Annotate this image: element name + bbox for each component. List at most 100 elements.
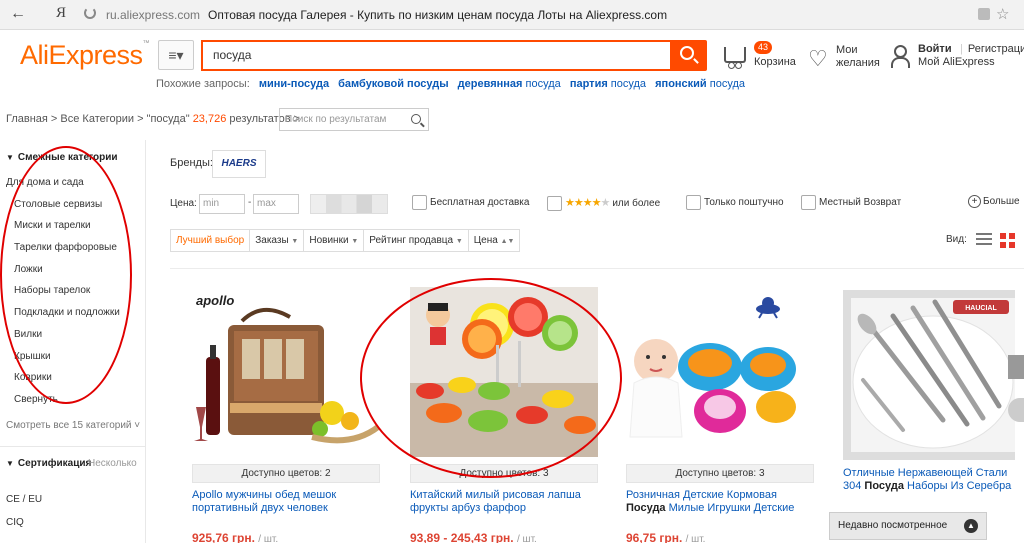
search-icon[interactable] xyxy=(411,114,421,124)
product-title[interactable]: Отличные Нержавеющей Стали 304 Посуда На… xyxy=(843,467,1015,493)
star-rating-icon: ★★★★★ xyxy=(565,197,610,209)
collapse-triangle-icon: ▼ xyxy=(6,459,14,468)
categories-menu-button[interactable]: ≡▾ xyxy=(158,40,194,70)
cart-link[interactable]: 43 Корзина xyxy=(722,41,802,73)
price-min-input[interactable]: min xyxy=(199,194,245,214)
recently-viewed-label: Недавно посмотренное xyxy=(838,520,948,531)
piece-only-checkbox[interactable]: Только поштучно xyxy=(686,194,784,212)
browser-toolbar: ← Я ru.aliexpress.com Оптовая посуда Гале… xyxy=(0,0,1024,30)
reload-icon[interactable] xyxy=(84,7,96,19)
collapse-categories-link[interactable]: Свернуть xyxy=(6,393,144,415)
search-within-results-input[interactable]: Поиск по результатам xyxy=(279,108,429,131)
cart-label: Корзина xyxy=(754,56,796,68)
product-title[interactable]: Китайский милый рисовая лапша фрукты арб… xyxy=(410,489,600,515)
sort-newest[interactable]: Новинки ▼ xyxy=(304,230,365,251)
chevron-up-icon: ▲ xyxy=(964,519,978,533)
list-view-icon[interactable] xyxy=(976,233,992,247)
user-icon[interactable] xyxy=(890,45,910,69)
related-query[interactable]: бамбуковой посуды xyxy=(338,78,448,90)
product-image-cutlery[interactable]: HAUCIAL xyxy=(843,290,1015,460)
price-label: Цена: xyxy=(170,198,197,209)
sort-seller-rating[interactable]: Рейтинг продавца ▼ xyxy=(364,230,469,251)
grid-view-icon[interactable] xyxy=(1000,233,1015,248)
result-search-placeholder: Поиск по результатам xyxy=(285,114,387,125)
category-item[interactable]: Крышки xyxy=(6,350,144,372)
address-bar[interactable]: ru.aliexpress.com Оптовая посуда Галерея … xyxy=(106,8,667,22)
recently-viewed-bar[interactable]: Недавно посмотренное ▲ xyxy=(829,512,987,540)
more-filters-button[interactable]: + Больше xyxy=(968,195,1020,208)
sort-price[interactable]: Цена ▲▼ xyxy=(469,230,520,251)
certification-title[interactable]: ▼ Сертификация xyxy=(6,458,91,469)
category-item[interactable]: Коврики xyxy=(6,371,144,393)
category-item[interactable]: Столовые сервизы xyxy=(6,198,144,220)
breadcrumb[interactable]: Главная > Все Категории > "посуда" 23,72… xyxy=(6,113,300,125)
certification-multi-select[interactable]: Несколько xyxy=(88,458,137,469)
product-image-baby-bowls[interactable] xyxy=(626,287,814,457)
product-title[interactable]: Розничная Детские Кормовая Посуда Милые … xyxy=(626,489,816,515)
rating-checkbox[interactable]: ★★★★★ или более xyxy=(547,194,660,212)
checkbox-box xyxy=(801,194,816,210)
view-label: Вид: xyxy=(946,234,967,245)
category-item[interactable]: Миски и тарелки xyxy=(6,219,144,241)
related-label: Похожие запросы: xyxy=(156,78,250,90)
sort-orders[interactable]: Заказы ▼ xyxy=(250,230,305,251)
category-item[interactable]: Для дома и сада xyxy=(6,176,144,198)
feedback-side-tab[interactable] xyxy=(1008,355,1024,379)
related-categories-title[interactable]: ▼ Смежные категории xyxy=(6,152,118,163)
account-area: Войти Регистрация Мой AliExpress xyxy=(890,43,1024,73)
apollo-logo: apollo xyxy=(196,293,234,308)
checkbox-box xyxy=(547,195,562,211)
collapse-triangle-icon: ▼ xyxy=(6,153,14,162)
sort-bar: Лучший выбор Заказы ▼ Новинки ▼ Рейтинг про… xyxy=(170,229,521,252)
certification-option[interactable]: CE / EU xyxy=(6,494,42,505)
wishlist-link[interactable]: ♡ Мои желания xyxy=(806,44,886,74)
checkbox-box xyxy=(686,194,701,210)
search-icon xyxy=(680,46,694,60)
related-query[interactable]: деревянная посуда xyxy=(458,78,561,90)
address-url: ru.aliexpress.com xyxy=(106,8,201,22)
register-link[interactable]: Регистрация xyxy=(960,43,1024,55)
ufo-icon xyxy=(756,297,780,319)
category-item[interactable]: Ложки xyxy=(6,263,144,285)
view-all-categories-link[interactable]: Смотреть все 15 категорий ˅ xyxy=(6,420,140,431)
certification-option[interactable]: CIQ xyxy=(6,517,24,528)
category-item[interactable]: Наборы тарелок xyxy=(6,284,144,306)
available-colors: Доступно цветов: 3 xyxy=(410,464,598,483)
cart-icon xyxy=(724,47,746,69)
haucial-logo: HAUCIAL xyxy=(965,305,997,312)
chevron-down-icon: ˅ xyxy=(131,420,141,431)
result-count: 23,726 xyxy=(192,113,227,125)
free-shipping-checkbox[interactable]: Бесплатная доставка xyxy=(412,194,529,212)
login-link[interactable]: Войти xyxy=(918,43,952,55)
price-range-histogram[interactable] xyxy=(310,194,388,214)
category-item[interactable]: Вилки xyxy=(6,328,144,350)
related-query[interactable]: партия посуда xyxy=(570,78,646,90)
sort-arrow-icon: ▼ xyxy=(291,238,299,245)
sort-best-match[interactable]: Лучший выбор xyxy=(171,230,251,251)
local-return-checkbox[interactable]: Местный Возврат xyxy=(801,194,901,212)
brand-filter-haers[interactable]: HAERS xyxy=(212,150,266,178)
checkbox-box xyxy=(412,194,427,210)
search-input[interactable]: посуда xyxy=(201,40,670,71)
breadcrumb-path[interactable]: Главная > Все Категории > "посуда" xyxy=(6,113,190,125)
search-button[interactable] xyxy=(670,40,707,71)
my-aliexpress-link[interactable]: Мой AliExpress xyxy=(918,56,995,68)
product-image-lunch-bag[interactable]: apollo xyxy=(192,287,380,457)
price-max-input[interactable]: max xyxy=(253,194,299,214)
product-title[interactable]: Apollo мужчины обед мешок портативный дв… xyxy=(192,489,382,515)
brands-label: Бренды: xyxy=(170,157,213,169)
lock-icon[interactable] xyxy=(978,8,990,20)
aliexpress-logo[interactable]: AliExpress™ xyxy=(20,40,150,71)
related-searches: Похожие запросы: мини-посуда бамбуковой … xyxy=(156,78,745,90)
product-image-fruit-bowls[interactable] xyxy=(410,287,598,457)
available-colors: Доступно цветов: 2 xyxy=(192,464,380,483)
related-query[interactable]: японский посуда xyxy=(655,78,745,90)
cart-count-badge: 43 xyxy=(754,41,772,54)
arrow-left-icon[interactable]: ← xyxy=(10,5,26,23)
related-query[interactable]: мини-посуда xyxy=(259,78,329,90)
category-item[interactable]: Тарелки фарфоровые xyxy=(6,241,144,263)
sort-arrow-icon: ▼ xyxy=(455,238,463,245)
bookmark-star-icon[interactable]: ☆ xyxy=(996,5,1009,23)
category-item[interactable]: Подкладки и подложки xyxy=(6,306,144,328)
browser-logo[interactable]: Я xyxy=(56,5,66,22)
